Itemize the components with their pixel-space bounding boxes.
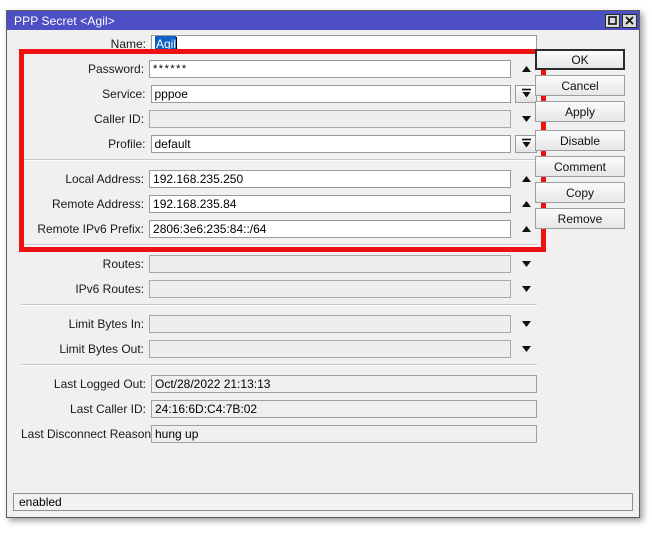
form-row: Name: Agil	[21, 34, 537, 53]
form-row: Service: pppoe	[21, 84, 537, 103]
field-input: hung up	[151, 424, 537, 443]
apply-button[interactable]: Apply	[535, 101, 625, 122]
field-label: Last Caller ID:	[69, 401, 146, 416]
field-input[interactable]: 192.168.235.250	[149, 169, 512, 188]
dropdown-arrow-icon[interactable]	[515, 134, 537, 153]
field-input[interactable]	[149, 339, 512, 358]
field-value: Oct/28/2022 21:13:13	[155, 376, 271, 391]
field-value: 192.168.235.84	[153, 196, 237, 211]
group-separator	[21, 364, 537, 366]
group-separator	[21, 159, 537, 161]
field-value: ******	[153, 62, 188, 75]
window-title: PPP Secret <Agil>	[14, 13, 115, 28]
field-label: Routes:	[102, 256, 145, 271]
maximize-button[interactable]	[605, 13, 620, 28]
field-value: pppoe	[154, 86, 188, 101]
field-input[interactable]: pppoe	[150, 84, 512, 103]
dropdown-arrow-icon[interactable]	[515, 84, 537, 103]
spinner-up-icon[interactable]	[515, 195, 537, 213]
form-row: Local Address: 192.168.235.250	[21, 169, 537, 188]
field-input[interactable]: 192.168.235.84	[149, 194, 512, 213]
remove-button[interactable]: Remove	[535, 208, 625, 229]
chevron-down-icon[interactable]	[515, 255, 537, 273]
ok-button[interactable]: OK	[535, 49, 625, 70]
form-row: Password: ******	[21, 59, 537, 78]
group-separator	[21, 244, 537, 246]
field-label: Local Address:	[65, 171, 145, 186]
form-row: Last Logged Out: Oct/28/2022 21:13:13	[21, 374, 537, 393]
field-label: Remote Address:	[51, 196, 145, 211]
field-label: Profile:	[108, 136, 146, 151]
field-value: default	[154, 136, 191, 151]
field-input[interactable]: Agil	[151, 34, 537, 53]
chevron-down-icon[interactable]	[515, 315, 537, 333]
field-label: Limit Bytes In:	[68, 316, 145, 331]
field-input[interactable]: 2806:3e6:235:84::/64	[149, 219, 512, 238]
field-label: Limit Bytes Out:	[59, 341, 145, 356]
field-input: 24:16:6D:C4:7B:02	[151, 399, 537, 418]
spinner-up-icon[interactable]	[515, 170, 537, 188]
group-separator	[21, 304, 537, 306]
field-label: Caller ID:	[94, 111, 145, 126]
form-row: Caller ID:	[21, 109, 537, 128]
comment-button[interactable]: Comment	[535, 156, 625, 177]
field-input: Oct/28/2022 21:13:13	[151, 374, 537, 393]
ppp-secret-form: Name: Agil Password: ****** Service: pppoe Cal…	[21, 34, 537, 449]
form-row: Remote IPv6 Prefix: 2806:3e6:235:84::/64	[21, 219, 537, 238]
disable-button[interactable]: Disable	[535, 130, 625, 151]
spinner-up-icon[interactable]	[515, 60, 537, 78]
field-label: IPv6 Routes:	[75, 281, 145, 296]
field-input[interactable]: default	[150, 134, 512, 153]
form-row: Profile: default	[21, 134, 537, 153]
form-row: Routes:	[21, 254, 537, 273]
form-row: Limit Bytes In:	[21, 314, 537, 333]
field-label: Last Logged Out:	[53, 376, 146, 391]
ppp-secret-window: PPP Secret <Agil> Name: Agil Password: ****…	[6, 10, 640, 518]
action-button-column: OK Cancel Apply Disable Comment Copy Remove	[535, 49, 625, 234]
field-label: Password:	[88, 61, 145, 76]
copy-button[interactable]: Copy	[535, 182, 625, 203]
title-bar[interactable]: PPP Secret <Agil>	[7, 11, 639, 30]
field-input[interactable]	[149, 314, 512, 333]
chevron-down-icon[interactable]	[515, 340, 537, 358]
form-row: Limit Bytes Out:	[21, 339, 537, 358]
form-row: Remote Address: 192.168.235.84	[21, 194, 537, 213]
field-input[interactable]	[149, 279, 512, 298]
status-text: enabled	[19, 495, 62, 509]
field-label: Service:	[102, 86, 146, 101]
chevron-down-icon[interactable]	[515, 110, 537, 128]
field-input[interactable]	[149, 109, 512, 128]
field-value: 24:16:6D:C4:7B:02	[155, 401, 258, 416]
field-label: Remote IPv6 Prefix:	[37, 221, 145, 236]
field-input[interactable]	[149, 254, 512, 273]
maximize-icon	[608, 16, 617, 25]
field-label: Last Disconnect Reason:	[21, 426, 155, 441]
window-client-area: Name: Agil Password: ****** Service: pppoe Cal…	[7, 30, 639, 517]
field-input[interactable]: ******	[149, 59, 512, 78]
selected-text: Agil	[155, 35, 177, 52]
field-label: Name:	[110, 36, 146, 51]
spinner-up-icon[interactable]	[515, 220, 537, 238]
field-value: 2806:3e6:235:84::/64	[153, 221, 267, 236]
form-row: Last Caller ID: 24:16:6D:C4:7B:02	[21, 399, 537, 418]
text-caret	[176, 37, 178, 50]
field-value: hung up	[155, 426, 199, 441]
cancel-button[interactable]: Cancel	[535, 75, 625, 96]
status-bar: enabled	[13, 493, 633, 511]
close-button[interactable]	[622, 13, 637, 28]
close-icon	[625, 16, 634, 25]
chevron-down-icon[interactable]	[515, 280, 537, 298]
field-value: 192.168.235.250	[153, 171, 244, 186]
form-row: IPv6 Routes:	[21, 279, 537, 298]
form-row: Last Disconnect Reason: hung up	[21, 424, 537, 443]
